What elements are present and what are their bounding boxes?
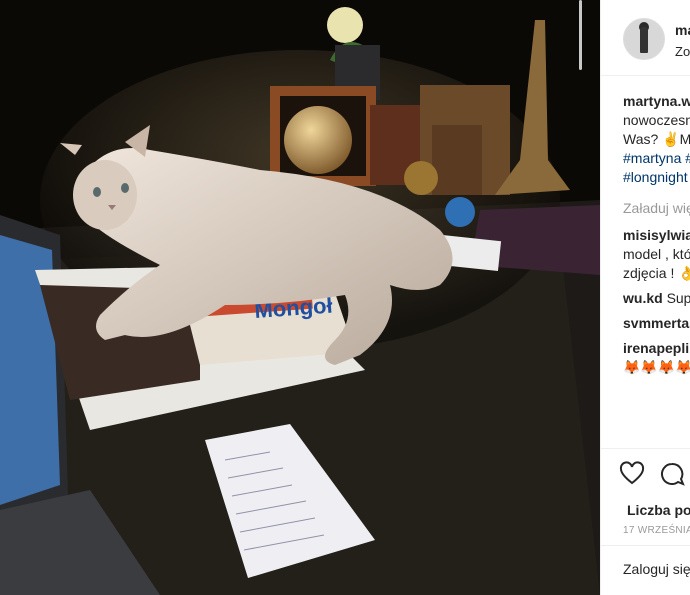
caption-line: Was? ✌M: [623, 131, 690, 147]
follow-link[interactable]: Zo: [675, 44, 690, 59]
post-date: 17 WRZEŚNIA 2: [623, 525, 690, 536]
comment-text: zdjęcia ! 👌: [623, 265, 690, 281]
login-link[interactable]: Zaloguj się: [623, 561, 690, 577]
hashtag-link[interactable]: #longnight: [623, 168, 690, 187]
caption-line: nowoczesn: [623, 112, 690, 128]
likes-count[interactable]: Liczba pol: [627, 502, 690, 518]
avatar[interactable]: [623, 18, 665, 60]
post-sidebar: ma Zo martyna.wo nowoczesn Was? ✌M #mart…: [600, 0, 690, 595]
login-bar: Zaloguj się: [601, 545, 690, 577]
post-actions: Liczba pol 17 WRZEŚNIA 2 Zaloguj się: [601, 448, 690, 595]
cat-on-desk-image: Mongoł Wrzeł przeł: [0, 0, 600, 595]
comment-username[interactable]: svmmertas: [623, 314, 690, 333]
comment-username[interactable]: misisylwia: [623, 226, 690, 245]
comment-item: wu.kd Supe: [623, 289, 690, 308]
avatar-figure: [640, 27, 648, 53]
scrollbar[interactable]: [579, 0, 582, 70]
caption-username[interactable]: martyna.wo: [623, 92, 690, 111]
comment-item: irenapeplin 🦊🦊🦊🦊: [623, 339, 690, 377]
heart-icon[interactable]: [619, 461, 645, 487]
comment-text: 🦊🦊🦊🦊: [623, 359, 690, 375]
comments-list: martyna.wo nowoczesn Was? ✌M #martyna # …: [623, 92, 690, 377]
post-header: ma Zo: [601, 0, 690, 76]
load-more-comments-button[interactable]: Załaduj wię: [623, 199, 690, 218]
comment-username[interactable]: wu.kd: [623, 290, 663, 306]
header-username[interactable]: ma: [675, 22, 690, 38]
post-photo: Mongoł Wrzeł przeł: [0, 0, 600, 595]
comment-item: svmmertas: [623, 314, 690, 333]
comment-username[interactable]: irenapeplin: [623, 339, 690, 358]
hashtag-link[interactable]: #martyna #: [623, 149, 690, 168]
comment-text: Supe: [666, 290, 690, 306]
comment-item: misisylwia model , któ zdjęcia ! 👌: [623, 226, 690, 283]
comment-icon[interactable]: [659, 461, 685, 487]
comment-text: model , któ: [623, 246, 690, 262]
